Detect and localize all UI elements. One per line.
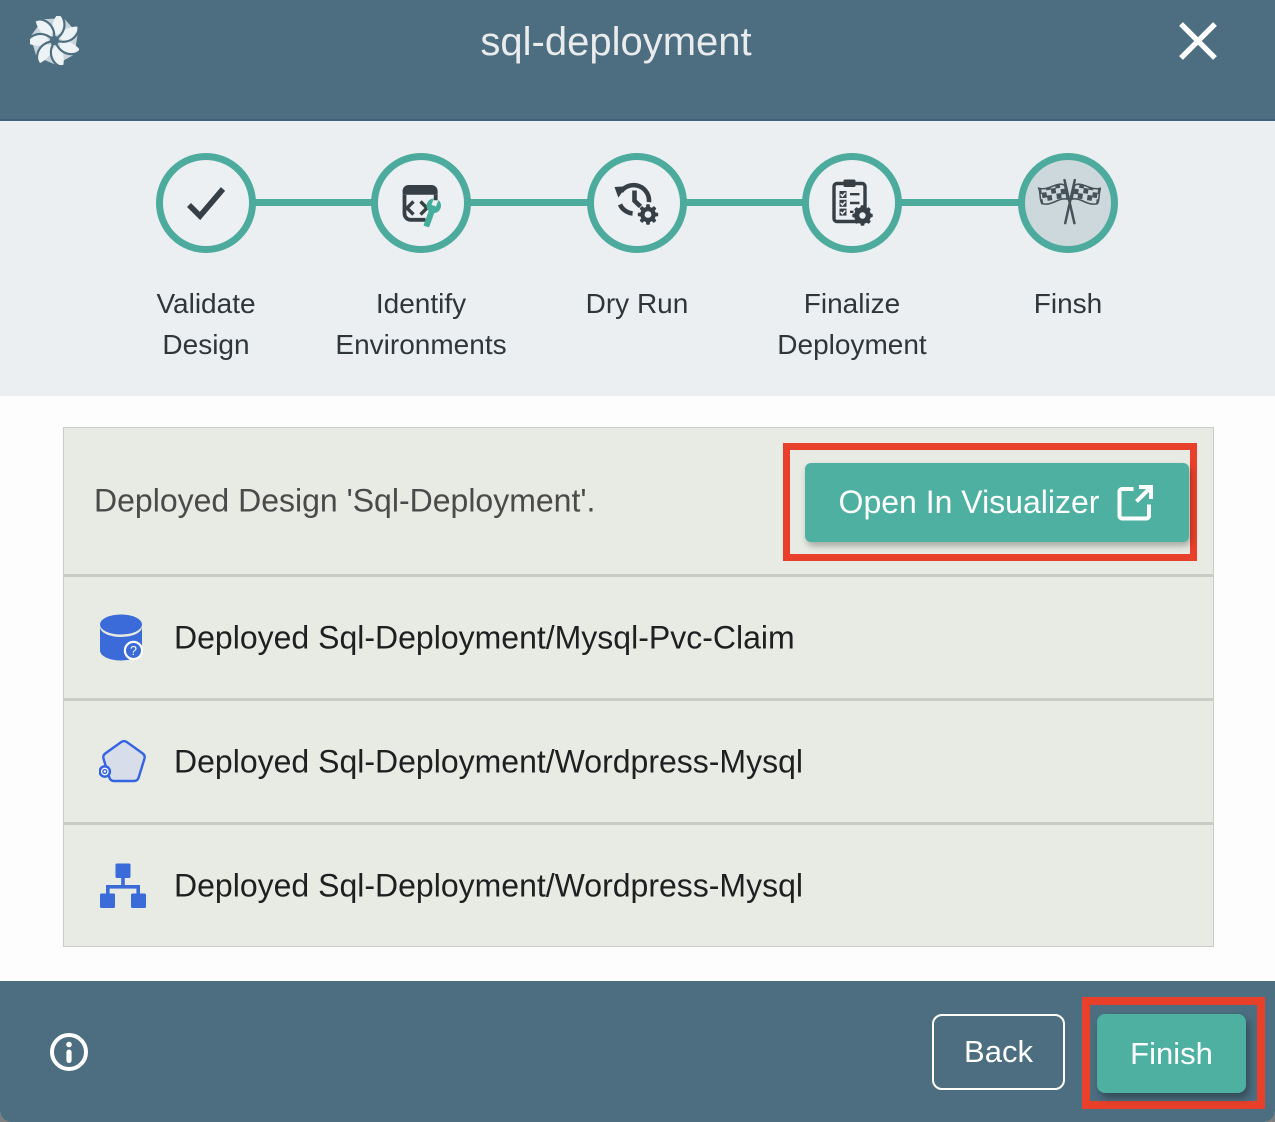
svg-text:?: ?: [130, 644, 137, 658]
